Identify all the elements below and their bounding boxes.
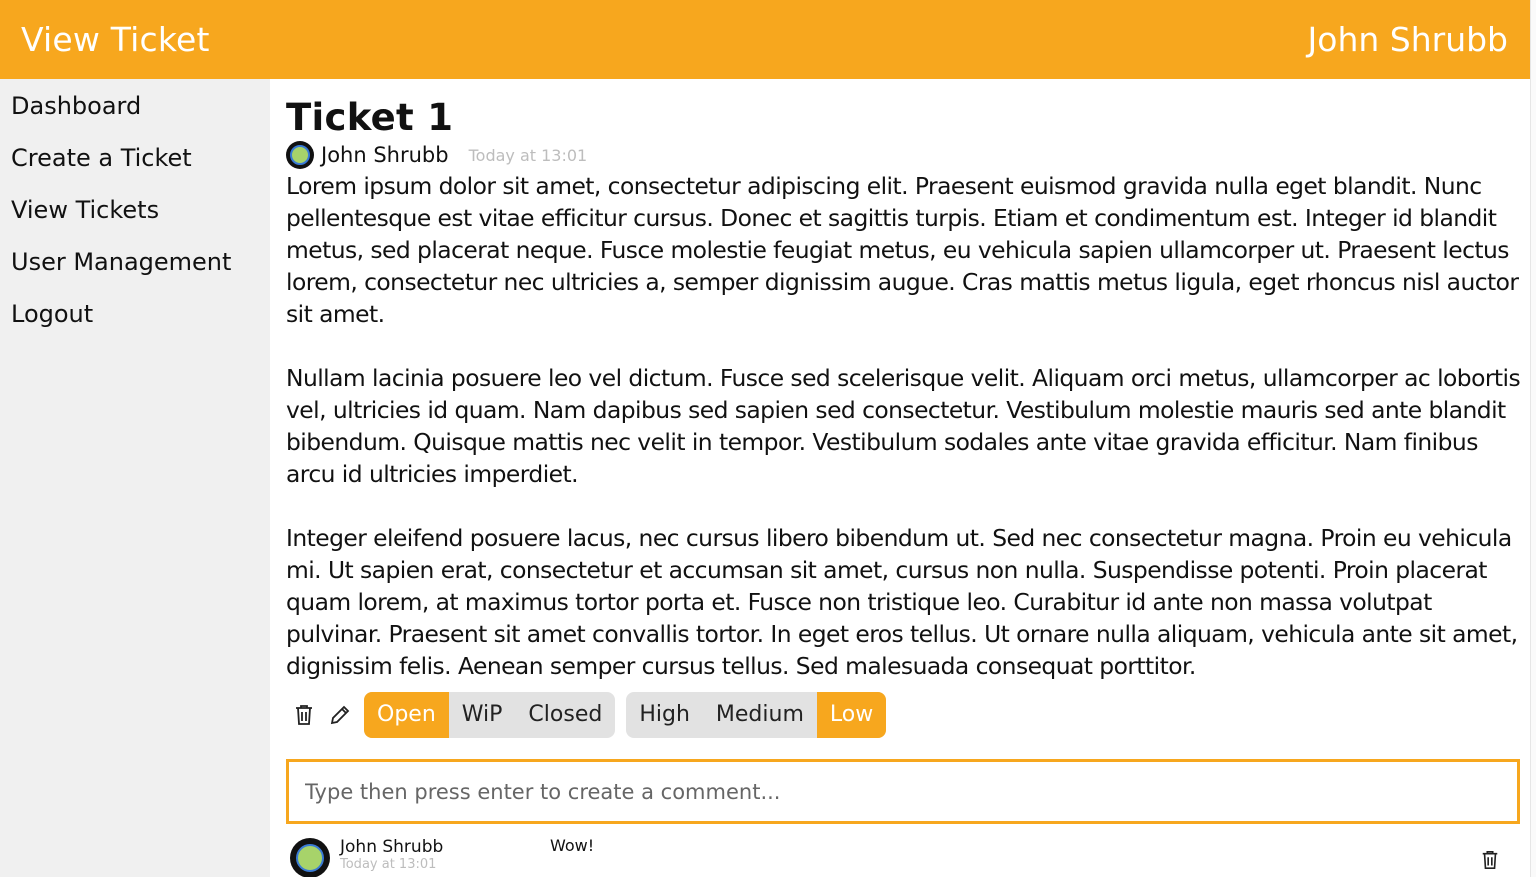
comment-author: John Shrubb <box>340 837 444 857</box>
status-selector: Open WiP Closed <box>364 692 616 738</box>
status-option-open[interactable]: Open <box>364 692 449 738</box>
ticket-detail: Ticket 1 John Shrubb Today at 13:01 Lore… <box>286 79 1522 877</box>
delete-comment-button[interactable] <box>1472 842 1508 877</box>
avatar <box>290 838 330 877</box>
status-option-wip[interactable]: WiP <box>449 692 516 738</box>
priority-option-medium[interactable]: Medium <box>703 692 817 738</box>
avatar-image <box>296 844 324 872</box>
ticket-timestamp: Today at 13:01 <box>468 145 588 165</box>
ticket-paragraph: Integer eleifend posuere lacus, nec curs… <box>286 524 1518 680</box>
ticket-meta: John Shrubb Today at 13:01 <box>286 140 1522 170</box>
sidebar-item-dashboard[interactable]: Dashboard <box>0 90 270 142</box>
window-scrollbar[interactable] <box>1530 0 1536 877</box>
sidebar-item-create-ticket[interactable]: Create a Ticket <box>0 142 270 194</box>
priority-selector: High Medium Low <box>626 692 887 738</box>
delete-ticket-button[interactable] <box>286 697 322 733</box>
comment-input-box <box>286 759 1520 824</box>
edit-ticket-button[interactable] <box>322 697 358 733</box>
avatar <box>286 141 314 169</box>
page-title: View Ticket <box>21 20 210 59</box>
ticket-actions: Open WiP Closed High Medium Low <box>286 692 1522 738</box>
top-app-bar: View Ticket John Shrubb <box>0 0 1530 79</box>
avatar-image <box>290 145 310 165</box>
ticket-paragraph: Lorem ipsum dolor sit amet, consectetur … <box>286 172 1519 328</box>
ticket-paragraph: Nullam lacinia posuere leo vel dictum. F… <box>286 364 1521 488</box>
comment-text: Wow! <box>550 836 595 855</box>
sidebar: Dashboard Create a Ticket View Tickets U… <box>0 79 270 877</box>
priority-option-low[interactable]: Low <box>816 692 887 738</box>
sidebar-item-view-tickets[interactable]: View Tickets <box>0 194 270 246</box>
comment-timestamp: Today at 13:01 <box>340 857 437 872</box>
comment-item: John Shrubb Today at 13:01 Wow! <box>286 834 1522 877</box>
trash-icon <box>296 705 312 725</box>
ticket-description: Lorem ipsum dolor sit amet, consectetur … <box>286 170 1522 682</box>
comment-input[interactable] <box>305 779 1517 804</box>
ticket-title: Ticket 1 <box>286 96 454 139</box>
sidebar-item-logout[interactable]: Logout <box>0 298 270 350</box>
comment-author-block: John Shrubb Today at 13:01 <box>340 834 550 877</box>
current-user-name[interactable]: John Shrubb <box>1308 20 1508 59</box>
status-option-closed[interactable]: Closed <box>515 692 615 738</box>
ticket-author: John Shrubb <box>321 143 449 167</box>
pencil-icon <box>330 705 350 725</box>
priority-option-high[interactable]: High <box>626 692 703 738</box>
trash-icon <box>1482 851 1498 869</box>
sidebar-item-user-management[interactable]: User Management <box>0 246 270 298</box>
